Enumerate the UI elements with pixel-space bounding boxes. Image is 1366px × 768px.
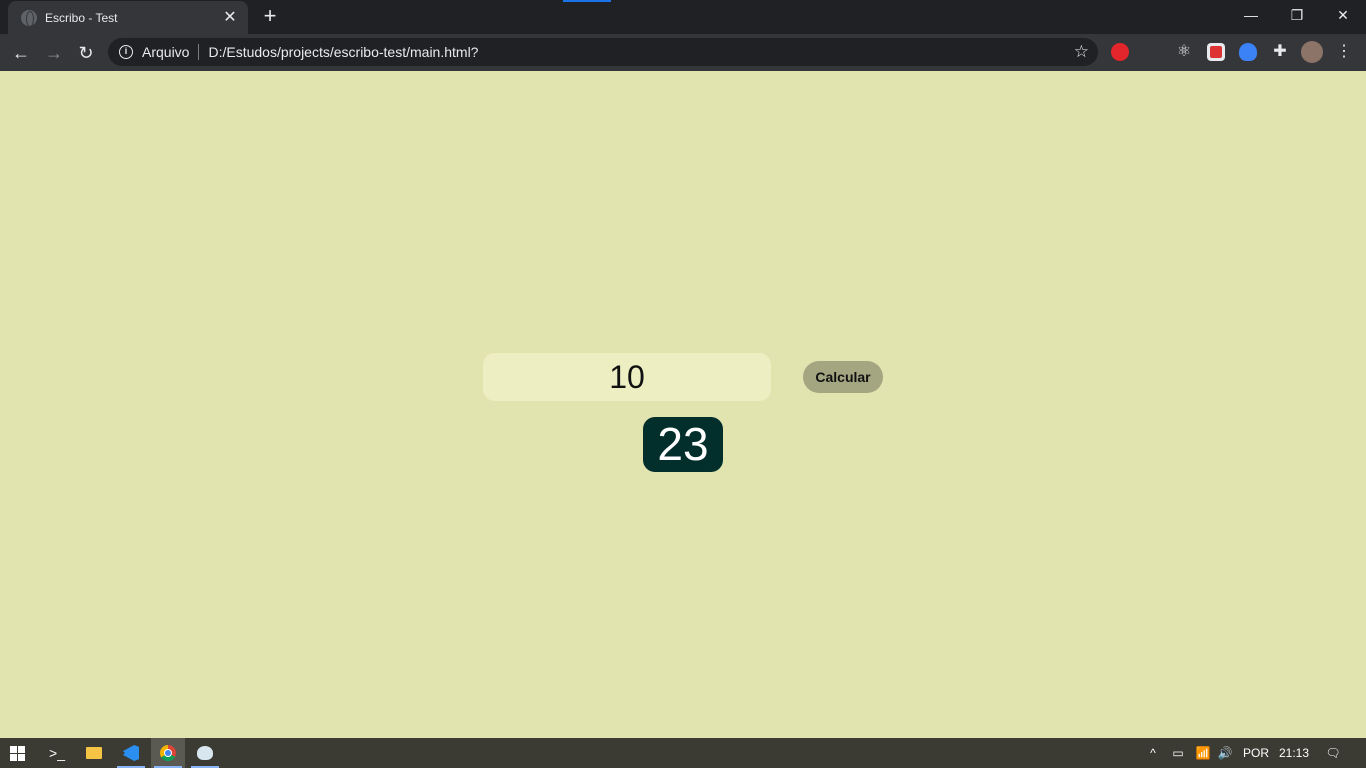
security-chip[interactable]: Arquivo — [142, 44, 189, 60]
paint-button[interactable] — [188, 738, 222, 768]
calculate-button[interactable]: Calcular — [803, 361, 883, 393]
restore-button[interactable]: ❐ — [1274, 0, 1320, 30]
chrome-icon — [160, 745, 176, 761]
menu-icon[interactable]: ⋮ — [1335, 43, 1353, 61]
red-extension-icon[interactable] — [1207, 43, 1225, 61]
number-input[interactable] — [483, 353, 771, 401]
network-icon[interactable]: 📶 — [1193, 738, 1213, 768]
start-button[interactable] — [0, 738, 34, 768]
url-text[interactable]: D:/Estudos/projects/escribo-test/main.ht… — [208, 44, 1073, 60]
file-explorer-icon — [86, 747, 102, 759]
browser-toolbar: ← → ↻ i Arquivo D:/Estudos/projects/escr… — [0, 34, 1366, 71]
globe-icon — [21, 9, 37, 27]
page-content: Calcular 23 — [0, 71, 1366, 738]
terminal-icon[interactable]: >_ — [40, 738, 74, 768]
avatar[interactable] — [1301, 41, 1323, 63]
browser-tab[interactable]: Escribo - Test ✕ — [8, 1, 248, 34]
file-explorer-button[interactable] — [77, 738, 111, 768]
tab-close-button[interactable]: ✕ — [222, 9, 238, 26]
shield-extension-icon[interactable] — [1239, 43, 1257, 61]
new-tab-button[interactable]: + — [258, 5, 282, 29]
reload-button[interactable]: ↻ — [72, 39, 100, 67]
result-display: 23 — [643, 417, 723, 472]
paint-icon — [197, 746, 213, 760]
adblock-icon[interactable] — [1111, 43, 1129, 61]
tab-title: Escribo - Test — [45, 10, 118, 25]
start-icon — [9, 745, 25, 761]
react-devtools-icon[interactable]: ⚛ — [1175, 43, 1193, 61]
minimize-button[interactable]: — — [1228, 0, 1274, 30]
info-icon[interactable]: i — [119, 45, 133, 59]
tray-chevron-icon[interactable]: ^ — [1144, 738, 1162, 768]
window-close-button[interactable]: ✕ — [1320, 0, 1366, 30]
vscode-icon — [123, 745, 139, 761]
tab-strip: Escribo - Test ✕ + — ❐ ✕ — [0, 0, 1366, 34]
back-button[interactable]: ← — [7, 39, 35, 67]
forward-button[interactable]: → — [40, 39, 68, 67]
puzzle-icon[interactable]: ✚ — [1271, 43, 1289, 61]
address-bar[interactable]: i Arquivo D:/Estudos/projects/escribo-te… — [108, 38, 1098, 66]
bookmark-star-icon[interactable]: ☆ — [1074, 42, 1089, 62]
chrome-button[interactable] — [151, 738, 185, 768]
omnibox-divider — [198, 44, 200, 60]
battery-icon[interactable]: ▭ — [1168, 738, 1188, 768]
tab-strip-accent — [563, 0, 611, 2]
volume-icon[interactable]: 🔊 — [1215, 738, 1235, 768]
notifications-icon[interactable]: 🗨 — [1320, 738, 1346, 768]
vscode-button[interactable] — [114, 738, 148, 768]
language-indicator[interactable]: POR — [1240, 738, 1272, 768]
taskbar: >_ ^ ▭ 📶 🔊 POR 21:13 🗨 — [0, 738, 1366, 768]
clock[interactable]: 21:13 — [1275, 738, 1313, 768]
